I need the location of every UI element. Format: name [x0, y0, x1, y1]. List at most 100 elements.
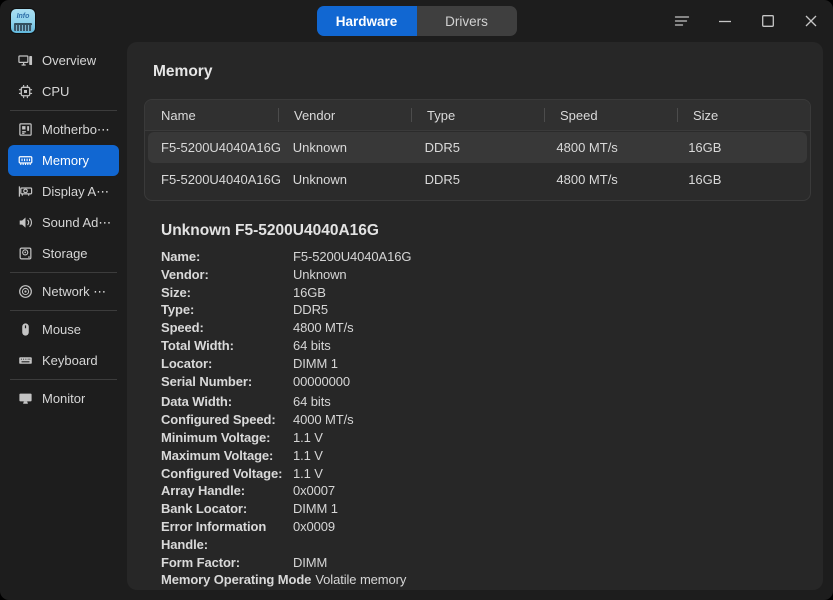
- sidebar-item-memory[interactable]: Memory: [8, 145, 119, 176]
- sidebar-item-label: Sound Ad⋯: [42, 215, 111, 231]
- memory-icon: [18, 153, 33, 168]
- keyboard-icon: [18, 353, 33, 368]
- detail-label: Error Information Handle:: [161, 518, 293, 554]
- sidebar-item-display-adapter[interactable]: Display A⋯: [8, 176, 119, 207]
- detail-value: 00000000: [293, 373, 811, 391]
- sidebar-item-label: Motherbo⋯: [42, 122, 110, 138]
- detail-label: Maximum Voltage:: [161, 447, 293, 465]
- menu-icon[interactable]: [674, 13, 690, 29]
- detail-row: Minimum Voltage:1.1 V: [161, 429, 811, 447]
- cell-size: 16GB: [675, 140, 807, 155]
- detail-label: Type:: [161, 301, 293, 319]
- column-header-type: Type: [411, 108, 544, 123]
- detail-label: Bank Locator:: [161, 500, 293, 518]
- detail-row: Type:DDR5: [161, 301, 811, 319]
- detail-label: Total Width:: [161, 337, 293, 355]
- app-window: Info Hardware Drivers Overview CPU Motherb…: [0, 0, 833, 600]
- detail-value: DIMM 1: [293, 500, 811, 518]
- detail-row: Array Handle:0x0007: [161, 482, 811, 500]
- tab-hardware[interactable]: Hardware: [317, 6, 417, 36]
- sidebar-item-storage[interactable]: Storage: [8, 238, 119, 269]
- hardware-drivers-segmented-control: Hardware Drivers: [317, 6, 517, 36]
- detail-value: Unknown: [293, 266, 811, 284]
- detail-value: 4800 MT/s: [293, 319, 811, 337]
- detail-value: DIMM 1: [293, 355, 811, 373]
- table-row[interactable]: F5-5200U4040A16GUnknownDDR54800 MT/s16GB: [148, 164, 807, 195]
- sidebar-item-label: CPU: [42, 84, 69, 99]
- cell-size: 16GB: [675, 172, 807, 187]
- app-icon[interactable]: Info: [11, 9, 35, 33]
- page-title: Memory: [153, 63, 811, 81]
- detail-label: Form Factor:: [161, 554, 293, 572]
- cell-name: F5-5200U4040A16G: [148, 172, 280, 187]
- sidebar-item-sound-adapter[interactable]: Sound Ad⋯: [8, 207, 119, 238]
- detail-row: Size:16GB: [161, 284, 811, 302]
- monitor-icon: [18, 391, 33, 406]
- cell-name: F5-5200U4040A16G: [148, 140, 280, 155]
- detail-row: Configured Speed:4000 MT/s: [161, 411, 811, 429]
- sound-adapter-icon: [18, 215, 33, 230]
- detail-row: Error Information Handle:0x0009: [161, 518, 811, 554]
- detail-label: Configured Speed:: [161, 411, 293, 429]
- cell-type: DDR5: [412, 140, 544, 155]
- details-rows: Name:F5-5200U4040A16GVendor:UnknownSize:…: [161, 248, 811, 589]
- memory-modules-table: NameVendorTypeSpeedSize F5-5200U4040A16G…: [144, 99, 811, 201]
- column-header-size: Size: [677, 108, 810, 123]
- content-panel: Memory NameVendorTypeSpeedSize F5-5200U4…: [127, 42, 823, 590]
- detail-value: Volatile memory: [315, 571, 406, 589]
- sidebar-item-overview[interactable]: Overview: [8, 45, 119, 76]
- sidebar-item-keyboard[interactable]: Keyboard: [8, 345, 119, 376]
- app-icon-label: Info: [17, 13, 30, 20]
- detail-value: 0x0007: [293, 482, 811, 500]
- detail-row: Bank Locator:DIMM 1: [161, 500, 811, 518]
- window-controls: [674, 0, 819, 42]
- sidebar: Overview CPU Motherbo⋯ Memory Display A⋯ Soun…: [0, 42, 127, 600]
- minimize-icon[interactable]: [717, 13, 733, 29]
- sidebar-item-label: Memory: [42, 153, 89, 168]
- detail-value: F5-5200U4040A16G: [293, 248, 811, 266]
- detail-value: 1.1 V: [293, 465, 811, 483]
- detail-value: 64 bits: [293, 337, 811, 355]
- detail-label: Data Width:: [161, 393, 293, 411]
- sidebar-item-label: Keyboard: [42, 353, 98, 368]
- detail-value: DIMM: [293, 554, 811, 572]
- detail-row: Speed:4800 MT/s: [161, 319, 811, 337]
- detail-label: Speed:: [161, 319, 293, 337]
- network-icon: [18, 284, 33, 299]
- detail-value: 64 bits: [293, 393, 811, 411]
- detail-row: Name:F5-5200U4040A16G: [161, 248, 811, 266]
- sidebar-divider: [10, 272, 117, 273]
- overview-icon: [18, 53, 33, 68]
- sidebar-item-network[interactable]: Network ⋯: [8, 276, 119, 307]
- tab-drivers[interactable]: Drivers: [417, 6, 517, 36]
- sidebar-item-label: Overview: [42, 53, 96, 68]
- detail-label: Locator:: [161, 355, 293, 373]
- sidebar-item-motherboard[interactable]: Motherbo⋯: [8, 114, 119, 145]
- sidebar-item-cpu[interactable]: CPU: [8, 76, 119, 107]
- details-section: Unknown F5-5200U4040A16G Name:F5-5200U40…: [161, 222, 811, 589]
- sidebar-item-monitor[interactable]: Monitor: [8, 383, 119, 414]
- sidebar-divider: [10, 379, 117, 380]
- sidebar-item-label: Display A⋯: [42, 184, 109, 200]
- detail-label: Name:: [161, 248, 293, 266]
- detail-value: 16GB: [293, 284, 811, 302]
- table-header-row: NameVendorTypeSpeedSize: [145, 100, 810, 131]
- cell-vendor: Unknown: [280, 172, 412, 187]
- sidebar-item-label: Mouse: [42, 322, 81, 337]
- column-header-speed: Speed: [544, 108, 677, 123]
- titlebar: Info Hardware Drivers: [0, 0, 833, 42]
- cpu-icon: [18, 84, 33, 99]
- table-row[interactable]: F5-5200U4040A16GUnknownDDR54800 MT/s16GB: [148, 132, 807, 163]
- detail-row: Form Factor:DIMM: [161, 554, 811, 572]
- detail-label: Configured Voltage:: [161, 465, 293, 483]
- detail-row: Data Width:64 bits: [161, 393, 811, 411]
- column-header-vendor: Vendor: [278, 108, 411, 123]
- cell-speed: 4800 MT/s: [543, 172, 675, 187]
- cell-speed: 4800 MT/s: [543, 140, 675, 155]
- maximize-icon[interactable]: [760, 13, 776, 29]
- mouse-icon: [18, 322, 33, 337]
- close-icon[interactable]: [803, 13, 819, 29]
- detail-label: Vendor:: [161, 266, 293, 284]
- sidebar-item-label: Monitor: [42, 391, 85, 406]
- sidebar-item-mouse[interactable]: Mouse: [8, 314, 119, 345]
